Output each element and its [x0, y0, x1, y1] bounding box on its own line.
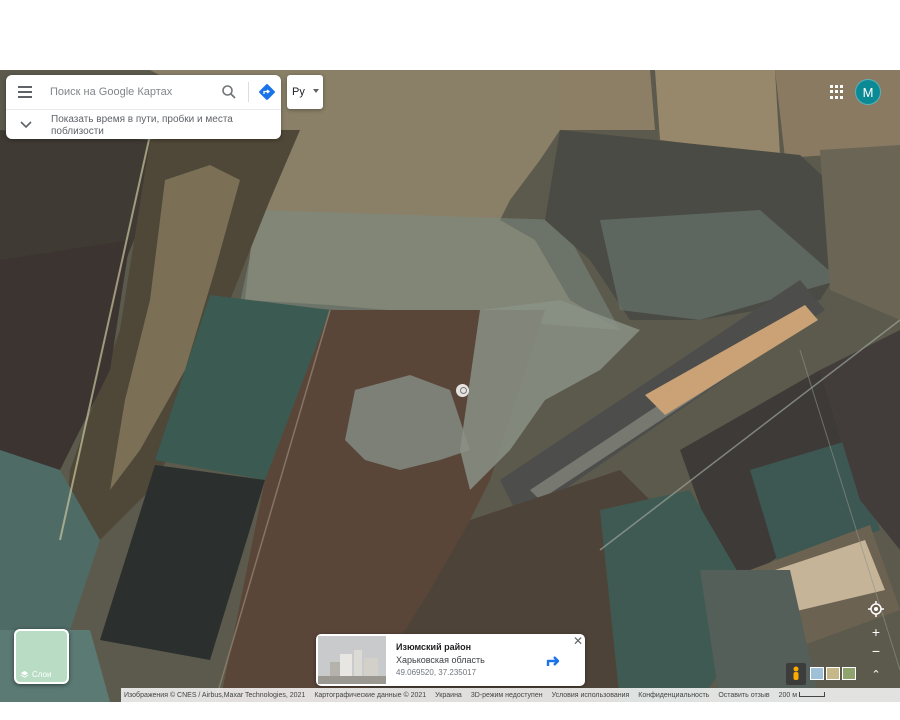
travel-hint-row[interactable]: Показать время в пути, пробки и места по…: [6, 109, 281, 139]
terms-link[interactable]: Условия использования: [552, 692, 630, 699]
location-pin-icon[interactable]: [456, 384, 469, 397]
layers-button[interactable]: Слои: [14, 629, 69, 684]
search-divider: [248, 82, 249, 102]
imagery-thumb[interactable]: [810, 667, 824, 680]
place-title: Изюмский район: [396, 642, 472, 652]
apps-grid-icon[interactable]: [830, 85, 844, 99]
satellite-imagery: [0, 70, 900, 702]
place-coordinates: 49.069520, 37.235017: [396, 668, 477, 677]
expand-chevron-icon[interactable]: ⌃: [866, 665, 886, 685]
search-card: Показать время в пути, пробки и места по…: [6, 75, 281, 139]
my-location-icon[interactable]: [866, 599, 886, 619]
satellite-map[interactable]: [0, 70, 900, 702]
chevron-down-icon[interactable]: [20, 120, 32, 130]
bottom-blank-area: [0, 702, 900, 720]
map-data-credit: Картографические данные © 2021: [314, 691, 427, 699]
layers-icon: [20, 670, 29, 678]
pegman-icon[interactable]: [786, 663, 806, 685]
privacy-link[interactable]: Конфиденциальность: [638, 692, 709, 699]
place-thumbnail-image: [318, 636, 386, 684]
attribution-bar: Изображения © CNES / Airbus,Maxar Techno…: [121, 688, 900, 702]
account-avatar[interactable]: M: [855, 79, 881, 105]
travel-hint-text: Показать время в пути, пробки и места по…: [51, 114, 233, 137]
layers-label-row: Слои: [20, 670, 51, 679]
imagery-thumbnails[interactable]: [810, 667, 858, 680]
feedback-link[interactable]: Оставить отзыв: [718, 692, 769, 699]
language-label: Ру: [292, 86, 305, 98]
close-icon[interactable]: ✕: [573, 635, 583, 647]
layers-label: Слои: [32, 670, 52, 679]
zoom-out-button[interactable]: −: [866, 641, 886, 661]
imagery-thumb[interactable]: [842, 667, 856, 680]
menu-icon[interactable]: [18, 86, 32, 98]
search-input[interactable]: [50, 82, 215, 102]
imagery-credit: Изображения © CNES / Airbus,Maxar Techno…: [124, 691, 306, 699]
mode-3d-text: 3D-режим недоступен: [470, 691, 543, 699]
place-thumbnail[interactable]: [318, 636, 386, 684]
search-row: [6, 75, 281, 109]
scale-bar: [799, 691, 826, 697]
place-card[interactable]: Изюмский район Харьковская область 49.06…: [316, 634, 585, 686]
route-icon[interactable]: [544, 651, 564, 671]
search-icon[interactable]: [221, 84, 237, 100]
zoom-in-button[interactable]: +: [866, 622, 886, 642]
caret-down-icon: [313, 89, 319, 93]
country-link[interactable]: Украина: [435, 692, 462, 699]
directions-icon[interactable]: [258, 83, 276, 101]
language-select[interactable]: Ру: [287, 75, 323, 109]
top-blank-area: [0, 0, 900, 70]
imagery-thumb[interactable]: [826, 667, 840, 680]
scale-label[interactable]: 200 м: [779, 691, 826, 699]
place-subtitle: Харьковская область: [396, 655, 485, 665]
